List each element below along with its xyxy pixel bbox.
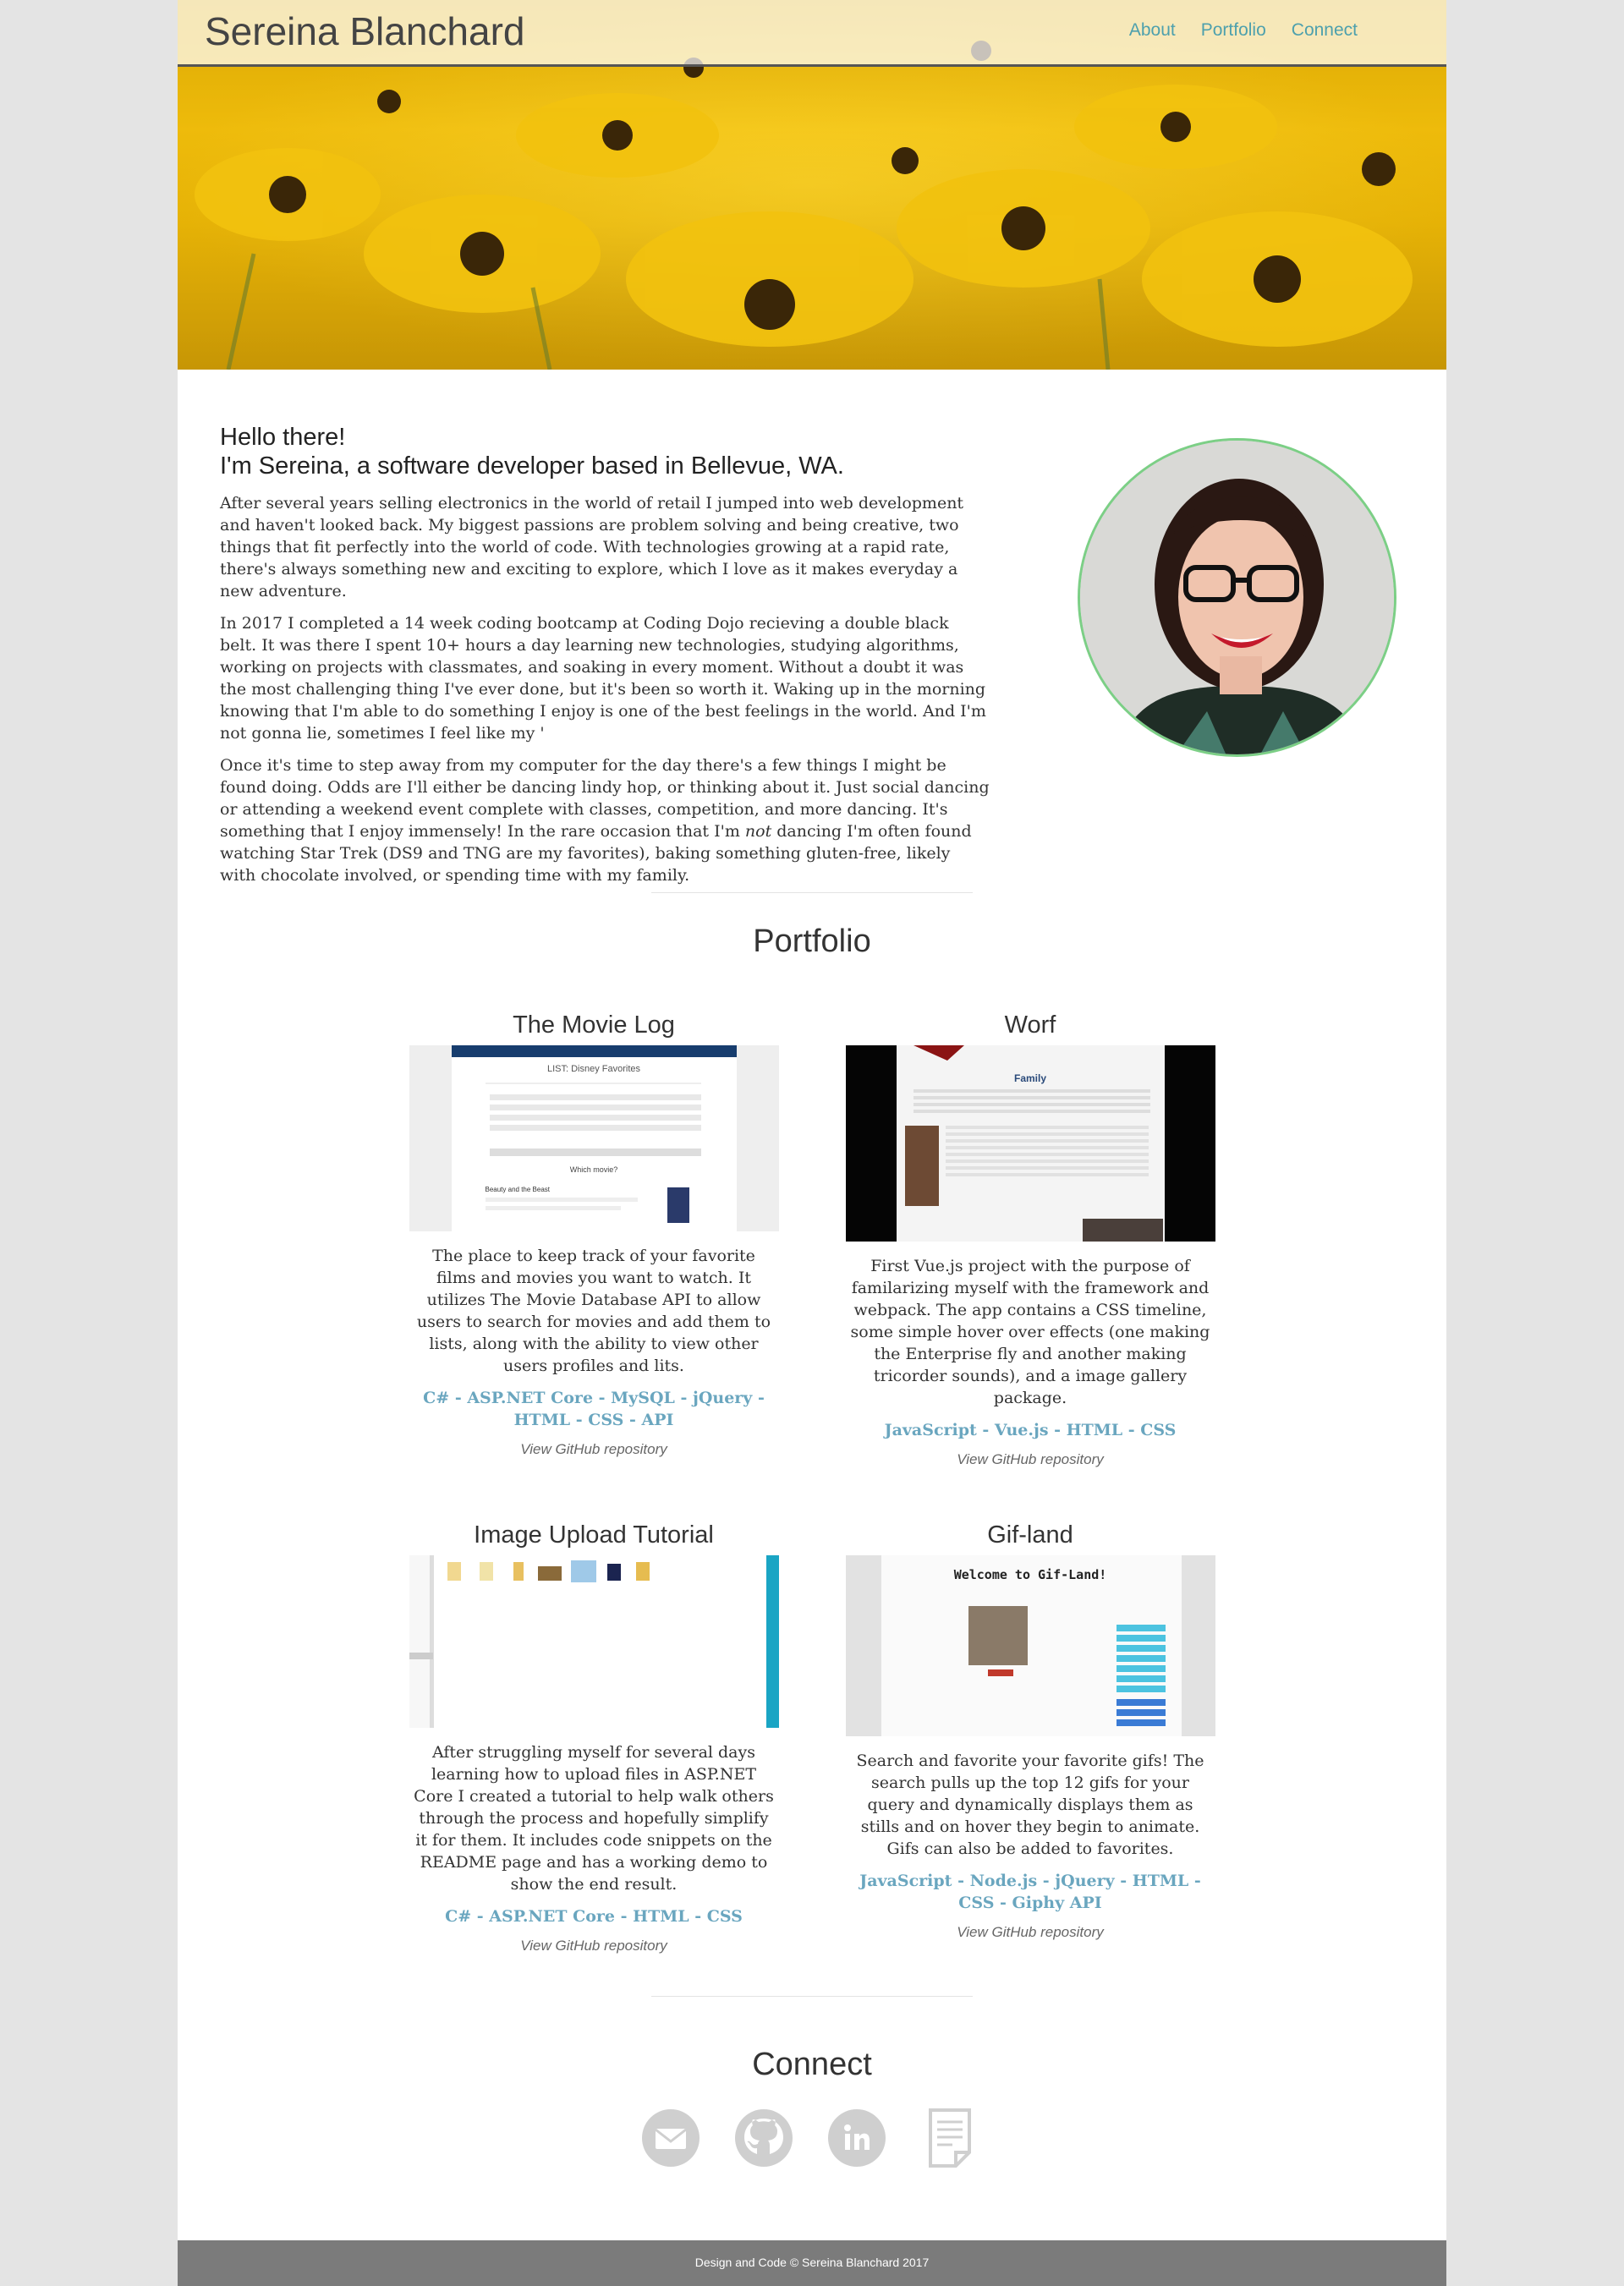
divider	[651, 892, 973, 893]
about-paragraph-3: Once it's time to step away from my comp…	[220, 754, 990, 886]
profile-photo	[1078, 438, 1396, 757]
project-tech-list: JavaScript - Node.js - jQuery - HTML - C…	[859, 1872, 1201, 1912]
project-description: First Vue.js project with the purpose of…	[850, 1257, 1210, 1407]
footer-text: Design and Code © Sereina Blanchard 2017	[694, 2256, 930, 2269]
project-tech-list: C# - ASP.NET Core - HTML - CSS	[445, 1907, 743, 1926]
github-repo-link[interactable]: View GitHub repository	[844, 1924, 1216, 1941]
screenshot-heading: Family	[1013, 1072, 1046, 1084]
connect-title: Connect	[752, 2047, 872, 2082]
project-title: Gif-land	[987, 1521, 1073, 1549]
screenshot-item: Beauty and the Beast	[485, 1186, 551, 1193]
screenshot-heading: LIST: Disney Favorites	[546, 1064, 641, 1074]
project-description: After struggling myself for several days…	[414, 1743, 774, 1894]
nav-link-about[interactable]: About	[1129, 20, 1176, 41]
project-description: Search and favorite your favorite gifs! …	[856, 1752, 1204, 1858]
project-screenshot[interactable]: Family	[845, 1045, 1215, 1242]
email-icon[interactable]	[641, 2108, 700, 2168]
navbar: Sereina Blanchard About Portfolio Connec…	[178, 0, 1446, 67]
footer: Design and Code © Sereina Blanchard 2017	[178, 2240, 1446, 2286]
project-description: The place to keep track of your favorite…	[416, 1247, 771, 1375]
about-paragraph-1: After several years selling electronics …	[220, 494, 964, 600]
divider	[651, 1996, 973, 1997]
nav-link-portfolio[interactable]: Portfolio	[1201, 20, 1266, 41]
project-title: Image Upload Tutorial	[474, 1521, 714, 1549]
project-screenshot[interactable]: LIST: Disney Favorites Which movie? Beau…	[409, 1045, 779, 1231]
github-icon[interactable]	[734, 2108, 793, 2168]
project-title: Worf	[1004, 1011, 1056, 1039]
project-tech-list: JavaScript - Vue.js - HTML - CSS	[884, 1421, 1177, 1439]
page: Sereina Blanchard About Portfolio Connec…	[178, 0, 1446, 2286]
nav-menu: About Portfolio Connect	[1129, 20, 1358, 41]
about-headline: I'm Sereina, a software developer based …	[220, 452, 844, 480]
project-card: Gif-land Welcome to Gif-Land! Search and…	[844, 1521, 1216, 1941]
project-card: Image Upload Tutorial After struggling m…	[408, 1521, 780, 1954]
project-card: The Movie Log LIST: Disney Favorites Whi…	[408, 1011, 780, 1458]
hero-banner: Sereina Blanchard About Portfolio Connec…	[178, 0, 1446, 370]
github-repo-link[interactable]: View GitHub repository	[408, 1441, 780, 1458]
project-tech-list: C# - ASP.NET Core - MySQL - jQuery - HTM…	[423, 1389, 765, 1429]
github-repo-link[interactable]: View GitHub repository	[408, 1938, 780, 1954]
project-screenshot[interactable]: Welcome to Gif-Land!	[845, 1555, 1215, 1736]
project-card: Worf Family First Vue.js project with th…	[844, 1011, 1216, 1468]
about-greeting: Hello there!	[220, 424, 346, 451]
portfolio-title: Portfolio	[753, 924, 871, 959]
screenshot-subheading: Which movie?	[569, 1165, 618, 1174]
about-paragraph-3-emphasis: not	[744, 822, 772, 841]
site-brand[interactable]: Sereina Blanchard	[205, 8, 524, 54]
about-paragraph-2: In 2017 I completed a 14 week coding boo…	[220, 614, 986, 743]
linkedin-icon[interactable]	[827, 2108, 886, 2168]
screenshot-heading: Welcome to Gif-Land!	[953, 1567, 1107, 1582]
about-section: Hello there! I'm Sereina, a software dev…	[220, 423, 990, 886]
project-title: The Movie Log	[513, 1011, 675, 1039]
connect-icons	[641, 2108, 979, 2168]
project-screenshot[interactable]	[409, 1555, 779, 1728]
nav-link-connect[interactable]: Connect	[1292, 20, 1358, 41]
github-repo-link[interactable]: View GitHub repository	[844, 1451, 1216, 1468]
resume-icon[interactable]	[920, 2108, 979, 2168]
